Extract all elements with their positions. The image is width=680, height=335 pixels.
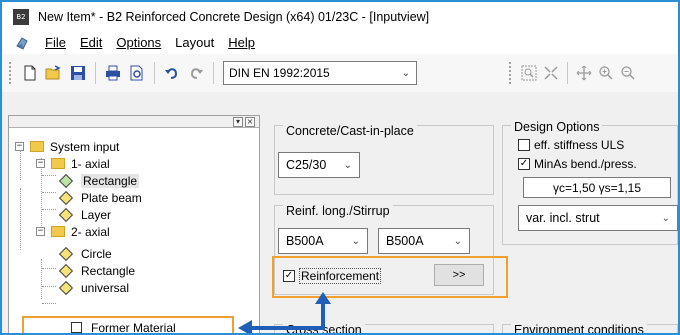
annotation-arrow bbox=[238, 292, 331, 333]
app-window: B2 New Item* - B2 Reinforced Concrete De… bbox=[0, 0, 680, 335]
